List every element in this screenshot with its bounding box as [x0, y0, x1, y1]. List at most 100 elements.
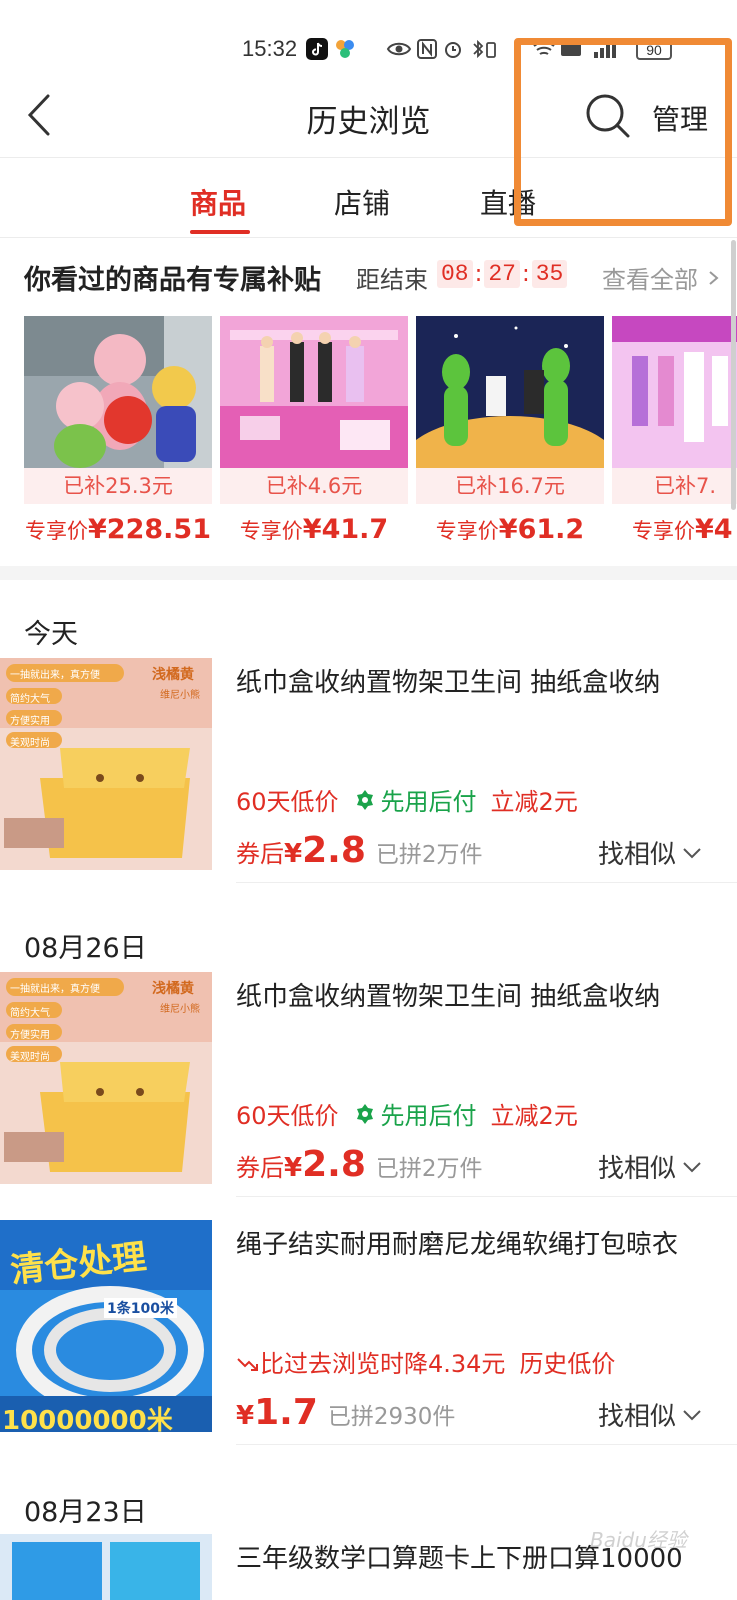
exclusive-price: 专享价¥228.51 — [25, 514, 211, 545]
tab-goods[interactable]: 商品 — [190, 182, 246, 222]
timer-seconds: 35 — [531, 260, 568, 288]
tag-pay-later: 先用后付 — [353, 1096, 477, 1131]
sold-count: 已拼2930件 — [327, 1404, 456, 1430]
thumb-brand-text: 浅橘黄 — [152, 667, 194, 683]
tag-discount: 立减2元 — [490, 1102, 578, 1130]
subsidy-heading: 你看过的商品有专属补贴 — [24, 265, 321, 296]
tag-60-day-low: 60天低价 — [236, 788, 339, 816]
sold-count: 已拼2万件 — [375, 842, 483, 868]
price-value: 2.8 — [302, 1144, 366, 1185]
price-prefix: 券后 — [236, 1154, 284, 1182]
history-item[interactable]: 浅橘黄 维尼小熊 一抽就出来，真方便 简约大气 方便实用 美观时尚 纸巾盒收纳置… — [0, 972, 737, 1198]
history-item[interactable]: 浅橘黄 维尼小熊 一抽就出来，真方便 简约大气 方便实用 美观时尚 纸巾盒收纳置… — [0, 658, 737, 884]
thumb-sub-text: 维尼小熊 — [160, 690, 200, 701]
sold-count: 已拼2万件 — [375, 1156, 483, 1182]
thumb-sub-text: 维尼小熊 — [160, 1004, 200, 1015]
thumb-badge-text: 一抽就出来，真方便 — [10, 670, 100, 681]
product-title: 纸巾盒收纳置物架卫生间 抽纸盒收纳 — [236, 982, 661, 1012]
status-time: 15:32 — [242, 36, 298, 61]
price-row: 券后 ¥ 2.8 已拼2万件 — [236, 830, 483, 871]
section-divider — [0, 566, 737, 580]
app-pinwheel-icon — [336, 40, 354, 58]
exclusive-price: 专享价¥61.2 — [435, 514, 585, 545]
chevron-down-icon — [683, 1409, 701, 1420]
thumb-badge-text: 简约大气 — [10, 694, 50, 705]
subsidy-section: 你看过的商品有专属补贴 距结束 08 : 27 : 35 查看全部 已补25.3… — [0, 240, 737, 566]
price-value: 1.7 — [254, 1392, 318, 1433]
product-thumbnail-nylon-rope: 清仓处理 1条100米 10000000米 — [0, 1220, 212, 1432]
trend-down-icon — [237, 1358, 258, 1371]
scrollbar[interactable] — [731, 240, 736, 510]
tab-shops[interactable]: 店铺 — [334, 182, 390, 222]
timer-hours: 08 — [437, 260, 473, 288]
thumb-length-text: 1条100米 — [104, 1298, 177, 1318]
thumb-badge-text: 美观时尚 — [10, 1052, 50, 1063]
price-value: 2.8 — [302, 830, 366, 871]
currency-symbol: ¥ — [284, 839, 303, 869]
tag-price-drop: 比过去浏览时降4.34元 — [236, 1344, 505, 1379]
subsidy-product-card[interactable]: 已补4.6元 专享价¥41.7 — [220, 316, 408, 545]
thumb-badge-text: 方便实用 — [10, 1030, 50, 1041]
product-thumbnail-tissue-box: 浅橘黄 维尼小熊 一抽就出来，真方便 简约大气 方便实用 美观时尚 — [0, 972, 212, 1184]
price-prefix: 券后 — [236, 840, 284, 868]
subsidy-product-card[interactable]: 已补25.3元 专享价¥228.51 — [24, 316, 212, 545]
eye-icon — [386, 42, 412, 56]
product-title: 纸巾盒收纳置物架卫生间 抽纸盒收纳 — [236, 668, 661, 698]
chevron-down-icon — [683, 847, 701, 858]
tag-discount: 立减2元 — [490, 788, 578, 816]
currency-symbol: ¥ — [284, 1153, 303, 1183]
subsidy-amount: 已补4.6元 — [220, 468, 408, 504]
thumb-badge-text: 美观时尚 — [10, 738, 50, 749]
timer-minutes: 27 — [484, 260, 520, 288]
countdown-timer: 08 : 27 : 35 — [437, 256, 568, 292]
product-image-alien-costume — [416, 316, 604, 468]
thumb-badge-text: 一抽就出来，真方便 — [10, 984, 100, 995]
product-title: 绳子结实耐用耐磨尼龙绳软绳打包晾衣 — [236, 1230, 679, 1260]
alarm-icon — [445, 42, 461, 58]
price-row: 券后 ¥ 2.8 已拼2万件 — [236, 1144, 483, 1185]
annotation-highlight-box — [514, 38, 732, 226]
pay-later-leaf-icon — [356, 1103, 373, 1124]
active-tab-indicator — [190, 230, 250, 234]
view-all-link[interactable]: 查看全部 — [602, 260, 698, 295]
pay-later-leaf-icon — [356, 789, 373, 810]
currency-symbol: ¥ — [236, 1401, 255, 1431]
exclusive-price: 专享价¥4 — [632, 514, 733, 545]
price-row: ¥ 1.7 已拼2930件 — [236, 1392, 455, 1433]
subsidy-amount: 已补25.3元 — [24, 468, 212, 504]
date-header: 08月23日 — [24, 1497, 147, 1528]
find-similar-button[interactable]: 找相似 — [598, 834, 702, 871]
item-divider — [236, 882, 737, 883]
countdown-label: 距结束 — [356, 266, 428, 294]
subsidy-amount: 已补7. — [612, 468, 737, 504]
tiktok-icon — [306, 38, 328, 60]
item-divider — [236, 1196, 737, 1197]
bluetooth-battery-icon — [473, 39, 496, 59]
thumb-badge-text: 简约大气 — [10, 1008, 50, 1019]
subsidy-amount: 已补16.7元 — [416, 468, 604, 504]
product-thumbnail-tissue-box: 浅橘黄 维尼小熊 一抽就出来，真方便 简约大气 方便实用 美观时尚 — [0, 658, 212, 870]
subsidy-product-card[interactable]: 已补16.7元 专享价¥61.2 — [416, 316, 604, 545]
product-image-wedding-dolls — [612, 316, 737, 468]
product-tags: 60天低价 先用后付 立减2元 — [236, 782, 578, 817]
chevron-down-icon — [683, 1161, 701, 1172]
tag-pay-later: 先用后付 — [353, 782, 477, 817]
exclusive-price: 专享价¥41.7 — [239, 514, 389, 545]
thumb-brand-text: 浅橘黄 — [152, 981, 194, 997]
subsidy-product-card[interactable]: 已补7. 专享价¥4 — [612, 316, 737, 545]
history-item[interactable]: 清仓处理 1条100米 10000000米 绳子结实耐用耐磨尼龙绳软绳打包晾衣 … — [0, 1220, 737, 1446]
find-similar-button[interactable]: 找相似 — [598, 1396, 702, 1433]
product-thumbnail-math-cards — [0, 1534, 212, 1600]
tag-historic-low: 历史低价 — [519, 1350, 616, 1378]
find-similar-button[interactable]: 找相似 — [598, 1148, 702, 1185]
date-header: 08月26日 — [24, 933, 147, 964]
product-tags: 60天低价 先用后付 立减2元 — [236, 1096, 578, 1131]
product-image-doll-set — [220, 316, 408, 468]
nfc-icon — [417, 39, 437, 59]
chevron-right-icon — [709, 271, 719, 285]
tag-60-day-low: 60天低价 — [236, 1102, 339, 1130]
product-tags: 比过去浏览时降4.34元 历史低价 — [236, 1344, 615, 1379]
watermark: Baidu经验 — [590, 1528, 687, 1552]
thumb-badge-text: 方便实用 — [10, 716, 50, 727]
date-header: 今天 — [24, 619, 78, 650]
